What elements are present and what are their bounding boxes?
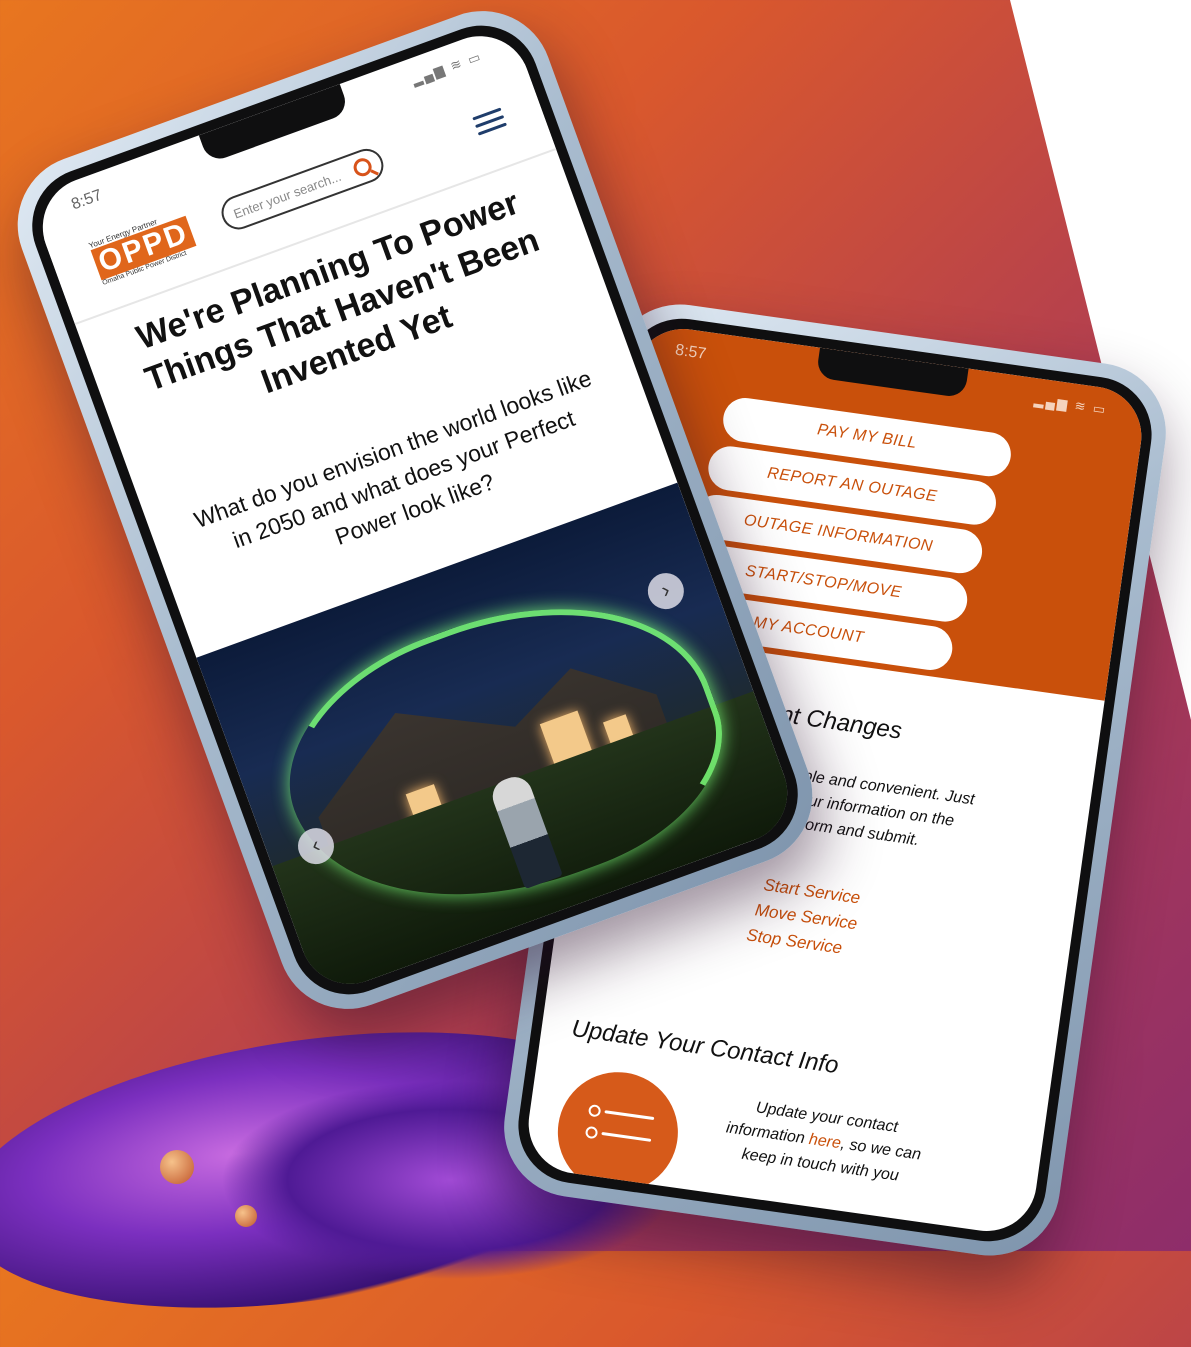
contact-list-icon [550,1064,686,1200]
update-contact-info-text: Update your contact information here, so… [715,1092,933,1193]
update-contact-info-heading: Update Your Contact Info [570,1014,841,1080]
decorative-orb [235,1205,257,1227]
status-time: 8:57 [674,341,708,363]
phone-mockup-primary: 8:57 ▂▄▆ ≋ ▭ Your Energy Partner OPPD Om… [0,0,833,1029]
search-placeholder: Enter your search... [231,168,344,222]
contact-here-link[interactable]: here [808,1131,842,1152]
list-bullet-icon [587,1103,602,1118]
search-input[interactable]: Enter your search... [216,144,389,235]
list-line [601,1131,652,1142]
phone-display: 8:57 ▂▄▆ ≋ ▭ Your Energy Partner OPPD Om… [28,22,802,998]
oppd-logo[interactable]: Your Energy Partner OPPD Omaha Public Po… [88,204,208,287]
hamburger-menu-icon[interactable] [471,103,509,141]
list-bullet-icon [584,1125,599,1140]
carousel-next-button[interactable]: › [642,568,689,615]
decorative-orb [160,1150,194,1184]
status-time: 8:57 [69,186,105,214]
phone-bezel: 8:57 ▂▄▆ ≋ ▭ Your Energy Partner OPPD Om… [15,9,815,1011]
list-line [604,1110,655,1121]
status-icons: ▂▄▆ ≋ ▭ [1033,392,1109,418]
